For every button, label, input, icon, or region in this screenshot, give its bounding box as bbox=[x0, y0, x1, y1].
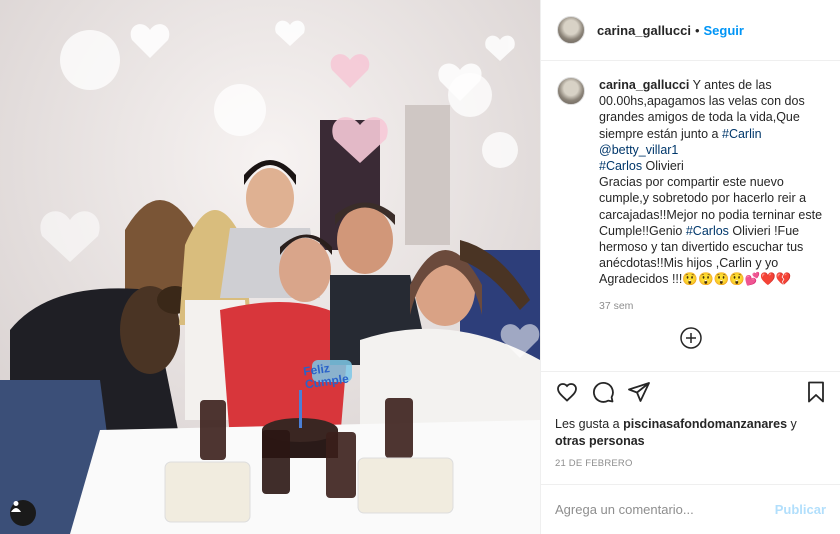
add-comment-bar: Publicar bbox=[541, 484, 840, 534]
caption-avatar[interactable] bbox=[557, 77, 585, 105]
comment-icon bbox=[593, 381, 614, 403]
bookmark-icon bbox=[808, 381, 824, 402]
likes-summary: Les gusta a piscinasafondomanzanares y o… bbox=[555, 416, 828, 450]
hashtag-carlos[interactable]: #Carlos bbox=[599, 159, 642, 173]
caption-emojis: 😲😲😲😲💕❤️💔 bbox=[682, 272, 792, 287]
like-button[interactable] bbox=[555, 380, 579, 409]
caption-username[interactable]: carina_gallucci bbox=[599, 78, 689, 92]
heart-icon bbox=[557, 382, 577, 402]
user-tag-button[interactable] bbox=[10, 500, 36, 526]
share-icon bbox=[628, 381, 650, 402]
likes-middle: y bbox=[787, 417, 797, 431]
action-icons bbox=[555, 380, 828, 408]
mention-betty[interactable]: @betty_villar1 bbox=[599, 143, 678, 157]
likes-prefix: Les gusta a bbox=[555, 417, 624, 431]
post-photo[interactable]: Feliz Cumple bbox=[0, 0, 540, 534]
separator-dot: • bbox=[694, 22, 700, 38]
likes-others-button[interactable]: otras personas bbox=[555, 434, 645, 448]
header-username[interactable]: carina_gallucci bbox=[597, 23, 691, 38]
caption: carina_gallucci Y antes de las 00.00hs,a… bbox=[557, 77, 824, 312]
avatar[interactable] bbox=[557, 16, 585, 44]
hashtag-carlos-2[interactable]: #Carlos bbox=[686, 224, 729, 238]
save-button[interactable] bbox=[804, 380, 828, 409]
post-actions: Les gusta a piscinasafondomanzanares y o… bbox=[541, 371, 840, 476]
comments-section: carina_gallucci Y antes de las 00.00hs,a… bbox=[541, 61, 840, 371]
caption-text: carina_gallucci Y antes de las 00.00hs,a… bbox=[599, 77, 824, 288]
likes-user[interactable]: piscinasafondomanzanares bbox=[623, 417, 787, 431]
share-button[interactable] bbox=[627, 380, 651, 409]
follow-button[interactable]: Seguir bbox=[704, 23, 744, 38]
instagram-post: Feliz Cumple carina_gallucci • Seguir ca… bbox=[0, 0, 840, 534]
plus-circle-icon bbox=[679, 326, 702, 349]
comment-input[interactable] bbox=[555, 502, 775, 517]
caption-text-2: Olivieri bbox=[642, 159, 684, 174]
photo-illustration bbox=[0, 0, 540, 534]
caption-time[interactable]: 37 sem bbox=[599, 300, 824, 312]
publish-button[interactable]: Publicar bbox=[775, 502, 826, 517]
comment-button[interactable] bbox=[591, 380, 615, 409]
post-date[interactable]: 21 DE FEBRERO bbox=[555, 458, 828, 476]
load-more-comments-button[interactable] bbox=[557, 326, 824, 350]
post-header: carina_gallucci • Seguir bbox=[541, 0, 840, 61]
user-tag-icon bbox=[11, 501, 21, 512]
post-sidebar: carina_gallucci • Seguir carina_gallucci… bbox=[540, 0, 840, 534]
hashtag-carlin[interactable]: #Carlin bbox=[722, 127, 762, 141]
